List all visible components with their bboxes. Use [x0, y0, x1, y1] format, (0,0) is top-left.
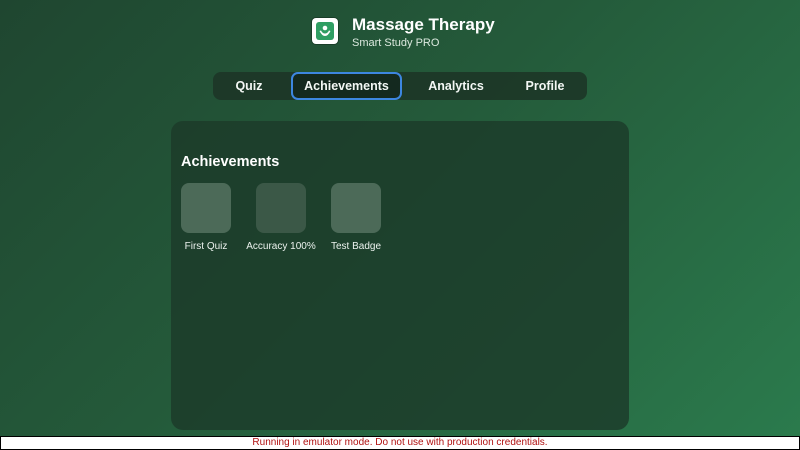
- app-subtitle: Smart Study PRO: [352, 36, 440, 49]
- tab-quiz[interactable]: Quiz: [225, 72, 273, 100]
- badge-label: Accuracy 100%: [246, 241, 316, 252]
- app-header: Massage Therapy Smart Study PRO: [312, 14, 495, 48]
- badge-label: Test Badge: [330, 241, 382, 252]
- massage-hands-icon: [316, 22, 334, 40]
- badge-tile: [256, 183, 306, 233]
- tab-analytics[interactable]: Analytics: [419, 72, 493, 100]
- achievements-panel: Achievements First Quiz Accuracy 100% Te…: [171, 121, 629, 430]
- achievements-heading: Achievements: [181, 154, 280, 170]
- app-title: Massage Therapy: [352, 14, 495, 34]
- emulator-warning-banner: Running in emulator mode. Do not use wit…: [0, 436, 800, 450]
- achievement-badge-first-quiz[interactable]: First Quiz: [168, 183, 244, 252]
- app-logo: [312, 18, 338, 44]
- achievement-badge-test[interactable]: Test Badge: [318, 183, 394, 252]
- badge-tile: [181, 183, 231, 233]
- app-titles: Massage Therapy Smart Study PRO: [352, 14, 495, 49]
- badge-tile: [331, 183, 381, 233]
- tab-bar: Quiz Achievements Analytics Profile: [213, 72, 587, 100]
- achievement-badge-accuracy[interactable]: Accuracy 100%: [243, 183, 319, 252]
- tab-profile[interactable]: Profile: [517, 72, 573, 100]
- tab-achievements[interactable]: Achievements: [291, 72, 402, 100]
- badge-label: First Quiz: [184, 241, 228, 252]
